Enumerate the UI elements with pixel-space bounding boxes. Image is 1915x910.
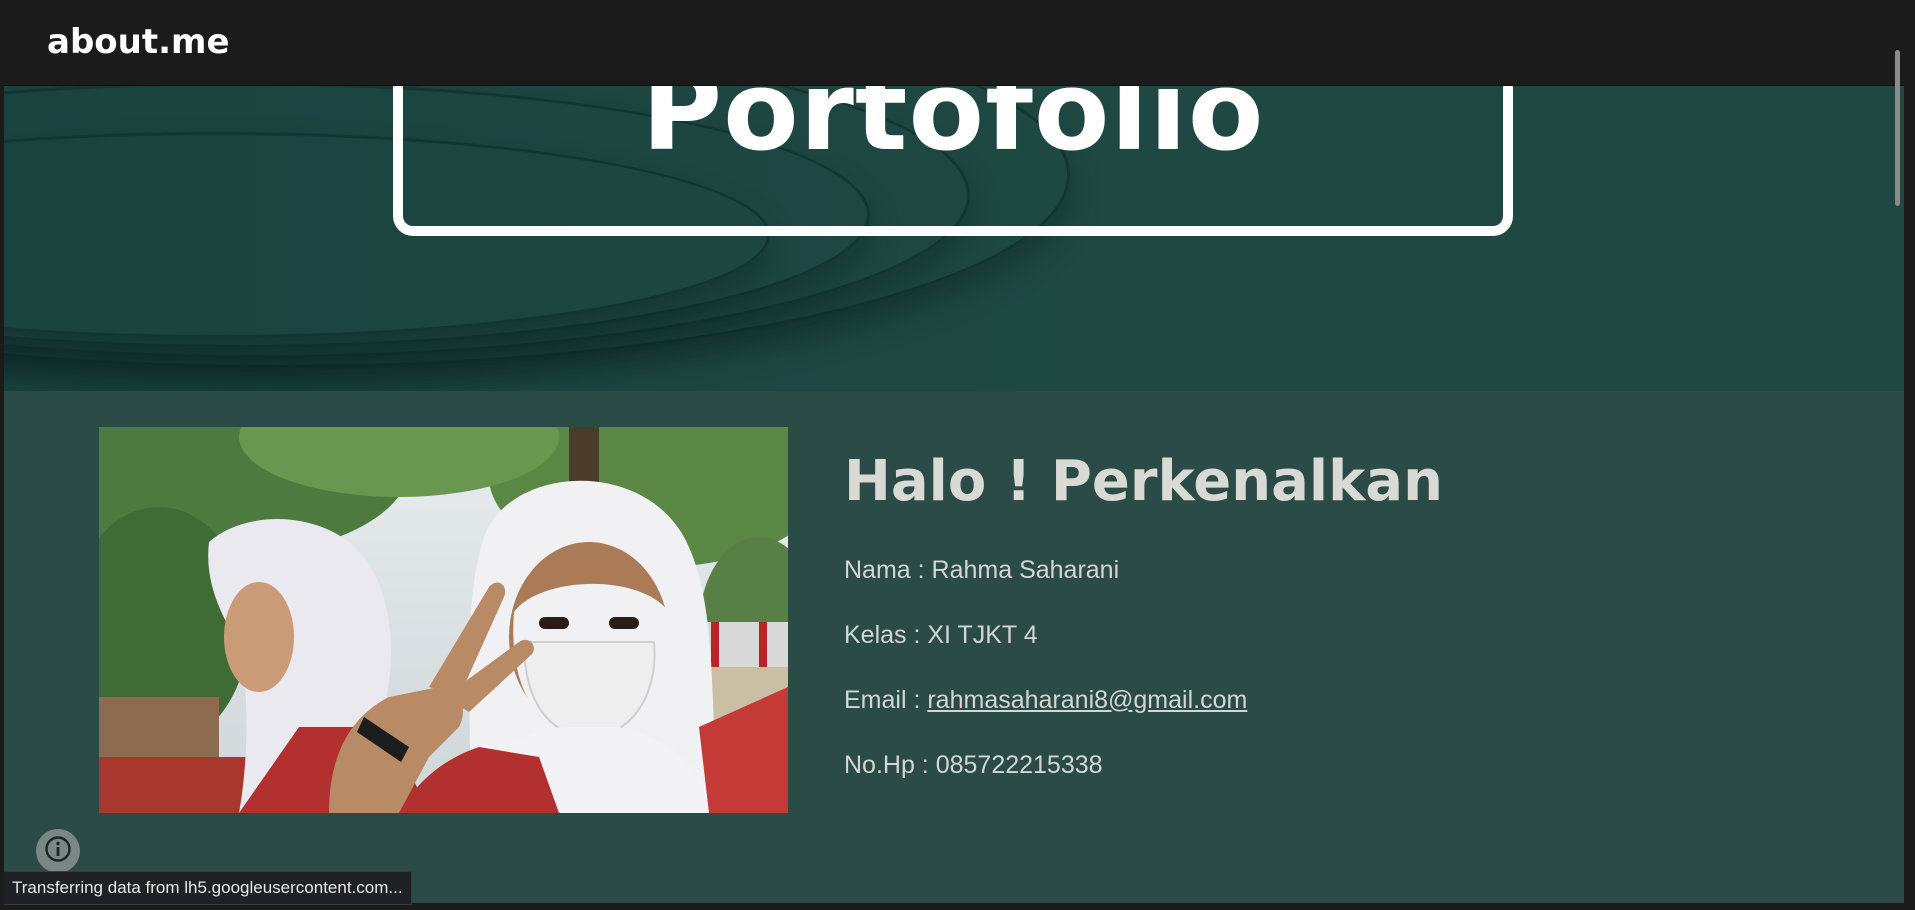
vertical-scrollbar-thumb[interactable] [1895, 50, 1900, 206]
name-value: Rahma Saharani [931, 555, 1120, 584]
info-button[interactable] [36, 829, 80, 873]
name-label: Nama : [844, 555, 932, 584]
browser-status-bar: Transferring data from lh5.googleusercon… [4, 871, 412, 905]
about-section: Halo ! Perkenalkan Nama : Rahma Saharani… [4, 391, 1904, 903]
class-label: Kelas : [844, 620, 928, 649]
intro-text-block: Halo ! Perkenalkan Nama : Rahma Saharani… [844, 451, 1443, 817]
info-icon [44, 835, 72, 867]
phone-label: No.Hp : [844, 750, 936, 779]
email-line: Email : rahmasaharani8@gmail.com [844, 685, 1443, 714]
name-line: Nama : Rahma Saharani [844, 555, 1443, 584]
intro-heading: Halo ! Perkenalkan [844, 449, 1443, 514]
browser-viewport: Portofolio about.me Halo ! Perkenalkan N… [4, 2, 1904, 903]
profile-photo [99, 427, 788, 813]
class-value: XI TJKT 4 [927, 620, 1038, 649]
phone-value: 085722215338 [935, 750, 1103, 779]
phone-line: No.Hp : 085722215338 [844, 750, 1443, 779]
email-label: Email : [844, 685, 928, 714]
brand-link[interactable]: about.me [47, 22, 230, 62]
class-line: Kelas : XI TJKT 4 [844, 620, 1443, 649]
top-navbar: about.me [4, 2, 1904, 86]
email-link[interactable]: rahmasaharani8@gmail.com [927, 686, 1247, 714]
